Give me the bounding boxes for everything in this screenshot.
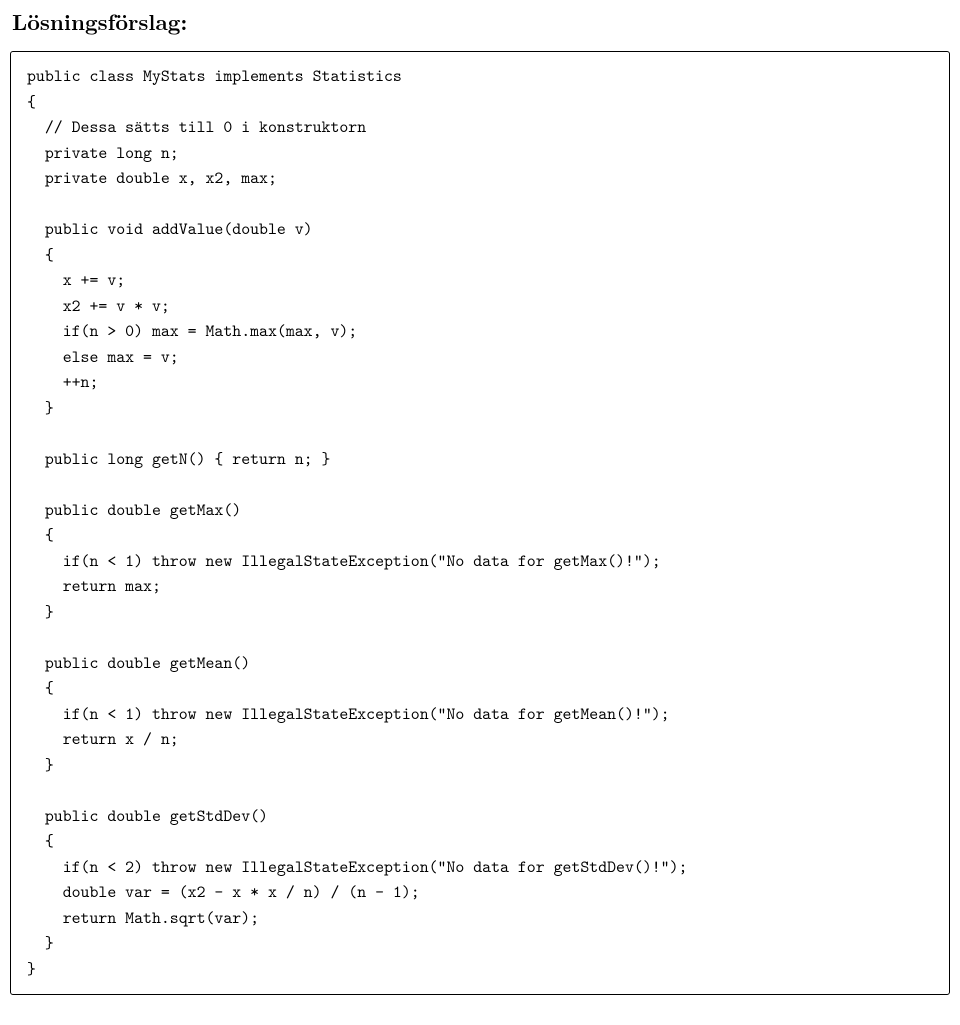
code-block: public class MyStats implements Statisti… [10,51,950,995]
section-heading: Lösningsförslag: [12,6,950,37]
page: Lösningsförslag: public class MyStats im… [0,0,960,1025]
